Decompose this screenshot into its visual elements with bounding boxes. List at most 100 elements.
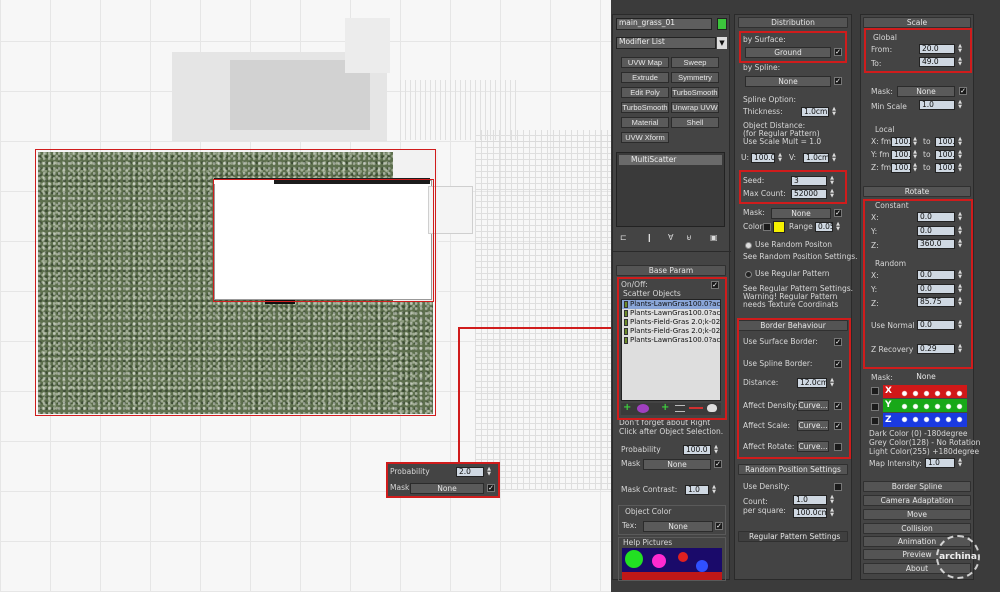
turbosmooth-button[interactable]: TurboSmooth	[671, 87, 719, 98]
y-from-spinner[interactable]: ▲ ▼	[912, 150, 918, 160]
tex-checkbox[interactable]: ✓	[715, 522, 723, 530]
move-rollout-header[interactable]: Move	[863, 509, 971, 520]
z-to-label: to	[923, 163, 931, 172]
scale-mask-checkbox[interactable]: ✓	[959, 87, 967, 95]
rotate-highlight	[863, 199, 973, 369]
uvw-map-button[interactable]: UVW Map	[621, 57, 669, 68]
y-from-field[interactable]: 100.0	[891, 150, 911, 160]
z-to-field[interactable]: 100.0	[935, 163, 955, 173]
modifier-list-dropdown[interactable]: Modifier List	[616, 37, 716, 49]
dist-mask-button[interactable]: None	[771, 208, 831, 219]
help-picture-dot	[678, 552, 688, 562]
use-regular-radio[interactable]	[745, 271, 752, 278]
callout-mask-checkbox[interactable]: ✓	[487, 484, 495, 492]
y-to-spinner[interactable]: ▲ ▼	[957, 150, 963, 160]
mask-contrast-label: Mask Contrast:	[621, 485, 678, 494]
tex-button[interactable]: None	[643, 521, 713, 532]
map-intensity-label: Map Intensity:	[869, 459, 922, 468]
random-position-rollout-header[interactable]: Random Position Settings	[738, 464, 848, 475]
spline-pick-button[interactable]: None	[745, 76, 831, 87]
range-spinner[interactable]: ▲ ▼	[835, 222, 841, 232]
uvw-xform-button[interactable]: UVW Xform	[621, 132, 669, 143]
x-to-spinner[interactable]: ▲ ▼	[957, 137, 963, 147]
probability-field[interactable]: 100.0	[683, 445, 711, 455]
mask-contrast-spinner[interactable]: ▲ ▼	[711, 485, 717, 495]
viewport[interactable]: Probability 2.0 ▲ ▼ Mask None ✓	[0, 0, 611, 592]
map-intensity-field[interactable]: 1.0	[925, 458, 955, 468]
rotate-mask-x-checkbox[interactable]	[871, 387, 879, 395]
v-label: V:	[789, 153, 797, 162]
rotate-mask-y-checkbox[interactable]	[871, 403, 879, 411]
z-to-spinner[interactable]: ▲ ▼	[957, 163, 963, 173]
show-end-result-icon[interactable]: ❙	[646, 233, 653, 242]
modifier-stack-item[interactable]: MultiScatter	[619, 155, 722, 165]
object-color-swatch[interactable]	[717, 18, 727, 30]
shell-button[interactable]: Shell	[671, 117, 719, 128]
mask-checkbox[interactable]: ✓	[714, 460, 722, 468]
chevron-down-icon[interactable]: ▼	[717, 37, 727, 49]
distribution-panel: Distribution by Surface: Ground ✓ by Spl…	[734, 14, 858, 580]
callout-line-horizontal	[458, 327, 611, 329]
z-fm-label: Z: fm	[871, 163, 891, 172]
x-from-field[interactable]: 100.0	[891, 137, 911, 147]
color-swatch[interactable]	[773, 221, 785, 233]
use-density-checkbox[interactable]	[834, 483, 842, 491]
collision-rollout-header[interactable]: Collision	[863, 523, 971, 534]
mask-contrast-field[interactable]: 1.0	[685, 485, 709, 495]
mask-button[interactable]: None	[643, 459, 711, 470]
z-from-spinner[interactable]: ▲ ▼	[912, 163, 918, 173]
unwrap-uvw-button[interactable]: Unwrap UVW	[671, 102, 719, 113]
z-from-field[interactable]: 100.0	[891, 163, 911, 173]
count-field[interactable]: 1.0	[793, 495, 827, 505]
spline-checkbox[interactable]: ✓	[834, 77, 842, 85]
material-button[interactable]: Material	[621, 117, 669, 128]
map-intensity-spinner[interactable]: ▲ ▼	[957, 458, 963, 468]
help-picture-dot	[652, 554, 666, 568]
min-scale-field[interactable]: 1.0	[919, 100, 955, 110]
x-from-spinner[interactable]: ▲ ▼	[912, 137, 918, 147]
dist-mask-checkbox[interactable]: ✓	[834, 209, 842, 217]
edit-poly-button[interactable]: Edit Poly	[621, 87, 669, 98]
modifier-stack[interactable]: MultiScatter	[616, 152, 725, 227]
u-field[interactable]: 100.0cm	[751, 153, 775, 163]
extrude-button[interactable]: Extrude	[621, 72, 669, 83]
base-param-rollout-header[interactable]: Base Param	[616, 265, 726, 276]
range-field[interactable]: 0.05	[815, 222, 833, 232]
callout-probability-field[interactable]: 2.0	[456, 467, 484, 477]
sweep-button[interactable]: Sweep	[671, 57, 719, 68]
rotate-mask-button[interactable]: None	[897, 372, 955, 383]
remove-modifier-icon[interactable]: ⊎	[686, 233, 692, 242]
v-field[interactable]: 1.0cm	[803, 153, 829, 163]
per-square-field[interactable]: 100.0cm	[793, 508, 827, 518]
per-square-spinner[interactable]: ▲ ▼	[829, 508, 835, 518]
thickness-spinner[interactable]: ▲ ▼	[831, 107, 837, 117]
rotate-rollout-header[interactable]: Rotate	[863, 186, 971, 197]
scale-mask-button[interactable]: None	[897, 86, 955, 97]
callout-probability-spinner[interactable]: ▲ ▼	[486, 467, 492, 477]
u-spinner[interactable]: ▲ ▼	[777, 153, 783, 163]
border-spline-rollout-header[interactable]: Border Spline	[863, 481, 971, 492]
scale-rollout-header[interactable]: Scale	[863, 17, 971, 28]
y-to-field[interactable]: 100.0	[935, 150, 955, 160]
rotate-mask-z-checkbox[interactable]	[871, 417, 879, 425]
count-spinner[interactable]: ▲ ▼	[829, 495, 835, 505]
object-distance-scale-note: Use Scale Mult = 1.0	[743, 137, 822, 146]
callout-mask-button[interactable]: None	[410, 483, 484, 494]
configure-sets-icon[interactable]: ▣	[710, 233, 718, 242]
x-to-field[interactable]: 100.0	[935, 137, 955, 147]
regular-pattern-rollout-header[interactable]: Regular Pattern Settings	[738, 531, 848, 542]
v-spinner[interactable]: ▲ ▼	[831, 153, 837, 163]
color-checkbox[interactable]	[763, 223, 771, 231]
probability-spinner[interactable]: ▲ ▼	[713, 445, 719, 455]
help-picture-preview[interactable]	[622, 548, 722, 580]
camera-adaptation-rollout-header[interactable]: Camera Adaptation	[863, 495, 971, 506]
thickness-field[interactable]: 1.0cm	[801, 107, 829, 117]
make-unique-icon[interactable]: ∀	[668, 233, 673, 242]
distribution-rollout-header[interactable]: Distribution	[738, 17, 848, 28]
symmetry-button[interactable]: Symmetry	[671, 72, 719, 83]
min-scale-spinner[interactable]: ▲ ▼	[957, 100, 963, 110]
turbosmooth-button-2[interactable]: TurboSmooth	[621, 102, 669, 113]
object-name-field[interactable]: main_grass_01	[616, 18, 712, 30]
use-random-radio[interactable]	[745, 242, 752, 249]
pin-stack-icon[interactable]: ⊏	[620, 233, 627, 242]
